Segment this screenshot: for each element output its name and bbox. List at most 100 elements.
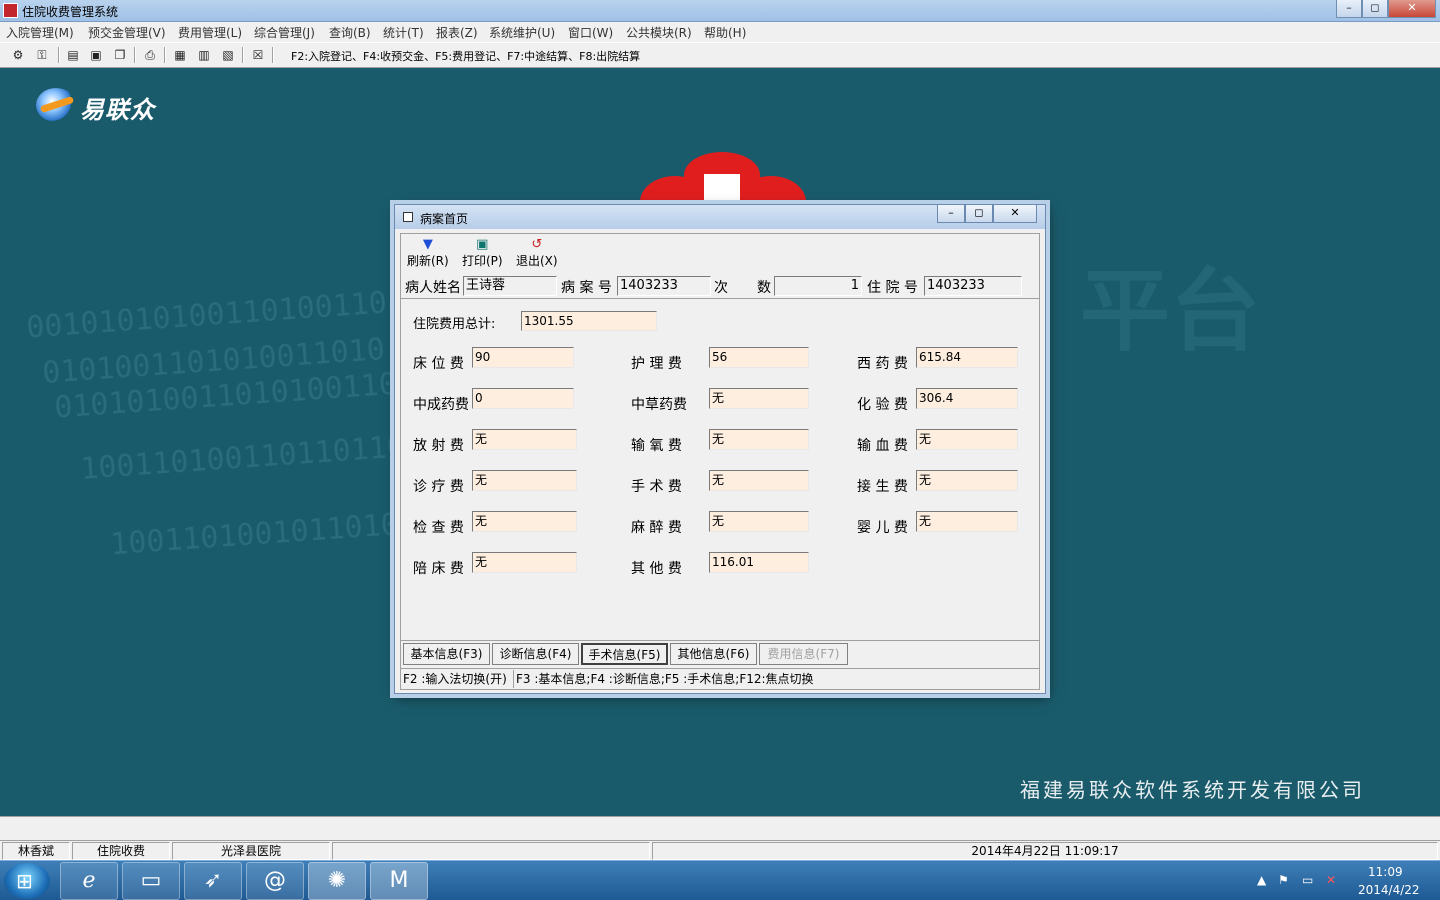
background-binary-text: 100110100101101011 [109,504,436,563]
admission-times-field[interactable]: 1 [774,276,862,296]
fee-field-lab-test[interactable]: 306.4 [916,388,1018,409]
menu-help[interactable]: 帮助(H) [704,24,746,41]
status-blank [332,842,650,860]
total-fee-field[interactable]: 1301.55 [521,311,657,331]
exit-button[interactable]: ↺ 退出(X) [516,238,558,269]
maximize-button[interactable]: ◻ [1362,0,1388,18]
app-icon [3,3,18,18]
contacts-icon[interactable]: @ [246,862,304,900]
stamp-icon[interactable]: ▦ [172,47,188,63]
dialog-status-line: F2 :输入法切换(开) F3 :基本信息;F4 :诊断信息;F5 :手术信息;… [401,668,1039,688]
app-icon[interactable]: ✺ [308,862,366,900]
menu-bar: 入院管理(M) 预交金管理(V) 费用管理(L) 综合管理(J) 查询(B) 统… [0,22,1440,42]
tab-other-info[interactable]: 其他信息(F6) [670,643,757,665]
fee-field-oxygen[interactable]: 无 [709,429,809,450]
ie-icon[interactable]: ℯ [60,862,118,900]
undo-icon: ↺ [531,237,543,252]
fee-field-anesthesia[interactable]: 无 [709,511,809,532]
menu-general[interactable]: 综合管理(J) [254,24,315,41]
bird-icon[interactable]: ➶ [184,862,242,900]
dialog-titlebar: 病案首页 – ◻ ✕ [395,205,1045,229]
case-number-field[interactable]: 1403233 [617,276,711,296]
fee-field-companion-bed[interactable]: 无 [472,552,577,573]
exit-icon[interactable]: ☒ [250,47,266,63]
fee-label-surgery: 手 术 费 [631,479,682,495]
menu-prepayment[interactable]: 预交金管理(V) [88,24,166,41]
fee-field-delivery[interactable]: 无 [916,470,1018,491]
menu-fees[interactable]: 费用管理(L) [178,24,242,41]
minimize-button[interactable]: – [1336,0,1362,18]
dialog-minimize-button[interactable]: – [937,205,965,223]
app-titlebar: 住院收费管理系统 – ◻ ✕ [0,0,1440,22]
status-ime: F2 :输入法切换(开) [403,672,507,686]
fee-field-examination[interactable]: 无 [472,511,577,532]
fee-label-nursing: 护 理 费 [631,356,682,372]
menu-statistics[interactable]: 统计(T) [383,24,424,41]
folder-icon[interactable]: ▭ [122,862,180,900]
start-button[interactable] [4,863,50,899]
close-button[interactable]: ✕ [1388,0,1436,18]
menu-reports[interactable]: 报表(Z) [436,24,478,41]
menu-window[interactable]: 窗口(W) [568,24,613,41]
calculator-icon[interactable]: ▥ [196,47,212,63]
total-fee-label: 住院费用总计: [413,317,496,332]
patient-name-field[interactable]: 王诗蓉 [463,276,557,296]
ledger-icon[interactable]: ▧ [220,47,236,63]
document-icon[interactable]: ▤ [65,47,81,63]
fee-field-bed[interactable]: 90 [472,347,574,368]
dialog-maximize-button[interactable]: ◻ [965,205,993,223]
fee-field-other[interactable]: 116.01 [709,552,809,573]
m-app-icon[interactable]: M [370,862,428,900]
fee-label-examination: 检 查 费 [413,520,464,536]
background-binary-text: 1001101001101101100 [79,428,424,487]
fee-field-nursing[interactable]: 56 [709,347,809,368]
fee-field-surgery[interactable]: 无 [709,470,809,491]
fee-field-infant[interactable]: 无 [916,511,1018,532]
shortcut-hint: F2:入院登记、F4:收预交金、F5:费用登记、F7:中途结算、F8:出院结算 [291,50,641,63]
app-status-area [0,816,1440,840]
logo-swirl-icon [36,88,76,122]
patient-info-row: 病人姓名 王诗蓉 病 案 号 1403233 次 数 1 住 院 号 14032… [401,274,1039,298]
print-button[interactable]: ▣ 打印(P) [462,238,503,269]
app-status-bar: 林香斌 住院收费 光泽县医院 2014年4月22日 11:09:17 [0,840,1440,860]
tab-basic-info[interactable]: 基本信息(F3) [403,643,490,665]
admission-number-label: 住 院 号 [867,280,918,296]
fee-label-radiology: 放 射 费 [413,438,464,454]
menu-query[interactable]: 查询(B) [329,24,371,41]
copy-icon[interactable]: ❐ [112,47,128,63]
fee-field-western-medicine[interactable]: 615.84 [916,347,1018,368]
fee-field-radiology[interactable]: 无 [472,429,577,450]
tab-diagnosis-info[interactable]: 诊断信息(F4) [492,643,579,665]
key-icon[interactable]: ⚿ [34,47,50,63]
dialog-close-button[interactable]: ✕ [993,205,1037,223]
dialog-title: 病案首页 [420,212,469,226]
menu-maintenance[interactable]: 系统维护(U) [489,24,555,41]
fee-label-patent-medicine: 中成药费 [413,397,469,413]
print-icon[interactable]: ⎙ [142,47,158,63]
clock-date[interactable]: 2014/4/22 [1358,883,1420,897]
fee-label-anesthesia: 麻 醉 费 [631,520,682,536]
fee-field-patent-medicine[interactable]: 0 [472,388,574,409]
status-shortcuts: F3 :基本信息;F4 :诊断信息;F5 :手术信息;F12:焦点切换 [513,670,814,688]
mute-icon[interactable]: ✕ [1326,873,1336,887]
exit-label: 退出(X) [516,254,558,268]
company-name: 福建易联众软件系统开发有限公司 [1020,778,1365,802]
logo-text: 易联众 [80,96,155,124]
refresh-button[interactable]: ▼ 刷新(R) [407,238,449,269]
admission-number-field[interactable]: 1403233 [924,276,1022,296]
fee-field-treatment[interactable]: 无 [472,470,577,491]
flag-icon[interactable]: ⚑ [1278,873,1289,887]
network-icon[interactable]: ▭ [1302,873,1313,887]
background-watermark: 平台 [1080,259,1260,364]
key-gear-icon[interactable]: ⚙ [10,47,26,63]
fee-field-herbal-medicine[interactable]: 无 [709,388,809,409]
status-datetime: 2014年4月22日 11:09:17 [652,842,1438,860]
menu-common-modules[interactable]: 公共模块(R) [626,24,692,41]
menu-admission[interactable]: 入院管理(M) [6,24,74,41]
fee-field-transfusion[interactable]: 无 [916,429,1018,450]
tab-surgery-info[interactable]: 手术信息(F5) [581,643,668,665]
tab-fee-info: 费用信息(F7) [759,643,848,665]
register-icon[interactable]: ▣ [88,47,104,63]
tray-expand-icon[interactable]: ▲ [1257,873,1266,887]
clock-time[interactable]: 11:09 [1368,865,1403,879]
